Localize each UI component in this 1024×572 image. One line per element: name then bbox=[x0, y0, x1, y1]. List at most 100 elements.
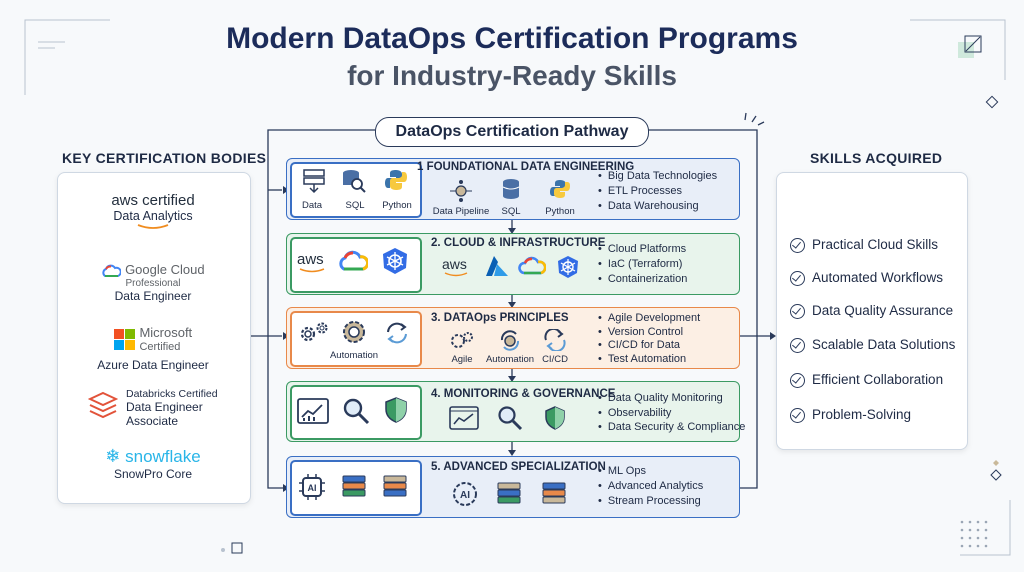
bullet: Big Data Technologies bbox=[598, 169, 717, 184]
databricks-logo: Databricks Certified bbox=[126, 388, 218, 400]
step-1-left-label: Data bbox=[301, 200, 323, 211]
bullet: Containerization bbox=[598, 272, 688, 287]
skill-item: Scalable Data Solutions bbox=[790, 337, 955, 353]
google-cloud-logo: Google Cloud bbox=[125, 262, 205, 277]
check-circle-icon bbox=[790, 337, 805, 353]
step-2-title: 2. CLOUD & INFRASTRUCTURE bbox=[431, 237, 606, 249]
aws-smile-icon bbox=[444, 272, 468, 277]
svg-text:AI: AI bbox=[460, 490, 470, 501]
cert-aws: aws certified Data Analytics bbox=[57, 192, 249, 231]
aws-certified-logo: aws certified bbox=[111, 192, 195, 209]
skill-item: Data Quality Assurance bbox=[790, 303, 953, 319]
layers-stack-icon bbox=[383, 475, 407, 497]
microsoft-logo: Microsoft bbox=[139, 325, 193, 340]
bullet: ETL Processes bbox=[598, 184, 717, 199]
step-5-bullets: ML Ops Advanced Analytics Stream Process… bbox=[598, 464, 703, 509]
sql-search-icon bbox=[343, 170, 366, 193]
bullet: Test Automation bbox=[598, 353, 700, 367]
step-1-mid-label: Data Pipeline bbox=[432, 206, 490, 217]
pathway-title: DataOps Certification Pathway bbox=[375, 117, 649, 147]
snowflake-logo: snowflake bbox=[125, 447, 201, 466]
agile-gears-icon bbox=[451, 332, 473, 348]
left-heading: KEY CERTIFICATION BODIES bbox=[62, 150, 267, 166]
microsoft-logo-icon bbox=[113, 329, 135, 350]
check-circle-icon bbox=[790, 270, 805, 286]
step-3-mid-label: CI/CD bbox=[542, 354, 568, 365]
bullet: Version Control bbox=[598, 326, 700, 340]
google-cloud-icon bbox=[518, 256, 546, 275]
layers-stack-icon bbox=[542, 482, 566, 504]
cert-microsoft-name: Azure Data Engineer bbox=[97, 358, 209, 372]
snowflake-icon: ❄ bbox=[105, 446, 121, 466]
python-icon bbox=[385, 170, 407, 190]
dashboard-chart-icon bbox=[297, 398, 329, 424]
skill-item: Practical Cloud Skills bbox=[790, 237, 938, 253]
google-cloud-icon bbox=[102, 264, 123, 277]
ai-chip-icon: AI bbox=[299, 474, 325, 500]
step-5-title: 5. ADVANCED SPECIALIZATION bbox=[431, 461, 606, 473]
skill-item: Automated Workflows bbox=[790, 270, 943, 286]
cert-microsoft: Microsoft Certified Azure Data Engineer bbox=[57, 326, 249, 372]
check-circle-icon bbox=[790, 372, 805, 388]
shield-icon bbox=[385, 397, 407, 423]
bullet: Observability bbox=[598, 406, 745, 421]
cert-google-name: Data Engineer bbox=[114, 288, 192, 303]
data-pipeline-icon bbox=[450, 180, 472, 202]
svg-text:AI: AI bbox=[308, 483, 317, 493]
search-icon bbox=[498, 406, 523, 431]
cert-databricks: Databricks Certified Data Engineer Assoc… bbox=[88, 386, 248, 430]
cert-aws-name: Data Analytics bbox=[113, 209, 193, 223]
layers-stack-icon bbox=[497, 482, 521, 504]
step-3-title: 3. DATAOps PRINCIPLES bbox=[431, 312, 569, 324]
aws-smile-icon bbox=[299, 268, 325, 273]
bullet: Data Security & Compliance bbox=[598, 420, 746, 435]
kubernetes-icon bbox=[383, 248, 407, 274]
azure-icon bbox=[486, 256, 508, 276]
search-icon bbox=[343, 398, 370, 425]
aws-smile-icon bbox=[137, 224, 169, 229]
step-1-left-label: SQL bbox=[345, 200, 365, 211]
bullet: Data Warehousing bbox=[598, 199, 717, 214]
step-4-bullets: Data Quality Monitoring Observability Da… bbox=[598, 391, 746, 435]
step-1-mid-label: Python bbox=[545, 206, 575, 217]
cert-google-sub: Professional bbox=[125, 277, 181, 289]
check-circle-icon bbox=[790, 407, 805, 423]
automation-icon bbox=[500, 330, 520, 351]
cert-microsoft-sub: Certified bbox=[139, 341, 181, 353]
bullet: ML Ops bbox=[598, 464, 703, 479]
layers-stack-icon bbox=[342, 475, 366, 497]
step-3-bullets: Agile Development Version Control CI/CD … bbox=[598, 312, 700, 366]
right-heading: SKILLS ACQUIRED bbox=[810, 150, 943, 166]
aws-logo-icon: aws bbox=[442, 256, 467, 272]
database-icon bbox=[303, 169, 325, 194]
bullet: IaC (Terraform) bbox=[598, 257, 687, 272]
step-3-mid-label: Agile bbox=[451, 354, 473, 365]
check-circle-icon bbox=[790, 237, 805, 253]
cert-snowflake-name: SnowPro Core bbox=[113, 467, 193, 481]
kubernetes-icon bbox=[558, 256, 578, 278]
databricks-icon bbox=[88, 391, 118, 419]
sync-icon bbox=[387, 322, 407, 344]
step-3-mid-label: Automation bbox=[485, 354, 535, 365]
step-4-title: 4. MONITORING & GOVERNANCE bbox=[431, 388, 616, 400]
bullet: Advanced Analytics bbox=[598, 479, 703, 494]
gears-icon bbox=[300, 322, 328, 342]
skill-item: Efficient Collaboration bbox=[790, 372, 943, 388]
step-1-left-label: Python bbox=[382, 200, 412, 211]
step-3-left-label: Automation bbox=[329, 350, 379, 361]
bullet: Cloud Platforms bbox=[598, 242, 687, 257]
ai-brain-icon: AI bbox=[453, 482, 477, 506]
skill-item: Problem-Solving bbox=[790, 407, 911, 423]
step-2-bullets: Cloud Platforms IaC (Terraform) Containe… bbox=[598, 242, 688, 287]
aws-logo-icon: aws bbox=[297, 251, 324, 268]
dashboard-chart-icon bbox=[449, 406, 479, 430]
python-icon bbox=[550, 180, 570, 198]
bullet: Stream Processing bbox=[598, 494, 703, 509]
cert-google: Google Cloud Professional Data Engineer bbox=[57, 262, 249, 303]
step-1-mid-label: SQL bbox=[501, 206, 521, 217]
automation-gear-icon bbox=[343, 321, 365, 343]
bullet: CI/CD for Data bbox=[598, 339, 700, 353]
cert-snowflake: ❄ snowflake SnowPro Core bbox=[57, 446, 249, 481]
sql-database-icon bbox=[502, 179, 520, 199]
shield-icon bbox=[545, 406, 565, 430]
